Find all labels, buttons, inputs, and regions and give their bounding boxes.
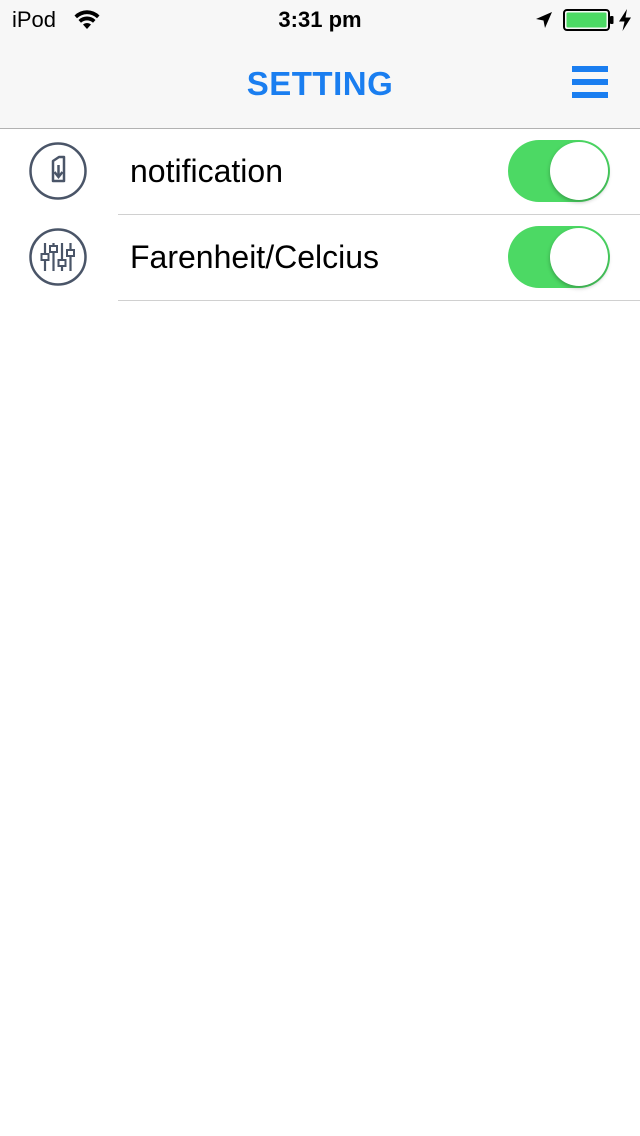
toggle-knob: [550, 228, 608, 286]
setting-label-temperature-unit: Farenheit/Celcius: [130, 239, 379, 275]
row-divider: [118, 300, 640, 301]
navigation-bar: SETTING: [0, 40, 640, 128]
location-arrow-icon: [536, 12, 552, 28]
setting-row-notification: notification: [0, 129, 640, 215]
top-bar: iPod 3:31 pm SETTING: [0, 0, 640, 129]
equalizer-sliders-icon: [29, 228, 87, 286]
toggle-knob: [550, 142, 608, 200]
page-title: SETTING: [246, 65, 394, 102]
phone-notification-icon: [29, 142, 87, 200]
charging-bolt-icon: [619, 9, 631, 31]
settings-list: notification Farenheit/Celcius: [0, 129, 640, 301]
battery-icon: [563, 9, 614, 31]
screen: iPod 3:31 pm SETTING notification Farenh…: [0, 0, 640, 1136]
notification-toggle[interactable]: [508, 140, 610, 202]
status-bar: iPod 3:31 pm: [0, 0, 640, 40]
temperature-unit-toggle[interactable]: [508, 226, 610, 288]
menu-button[interactable]: [566, 62, 612, 102]
setting-row-temperature-unit: Farenheit/Celcius: [0, 215, 640, 301]
setting-label-notification: notification: [130, 153, 283, 189]
